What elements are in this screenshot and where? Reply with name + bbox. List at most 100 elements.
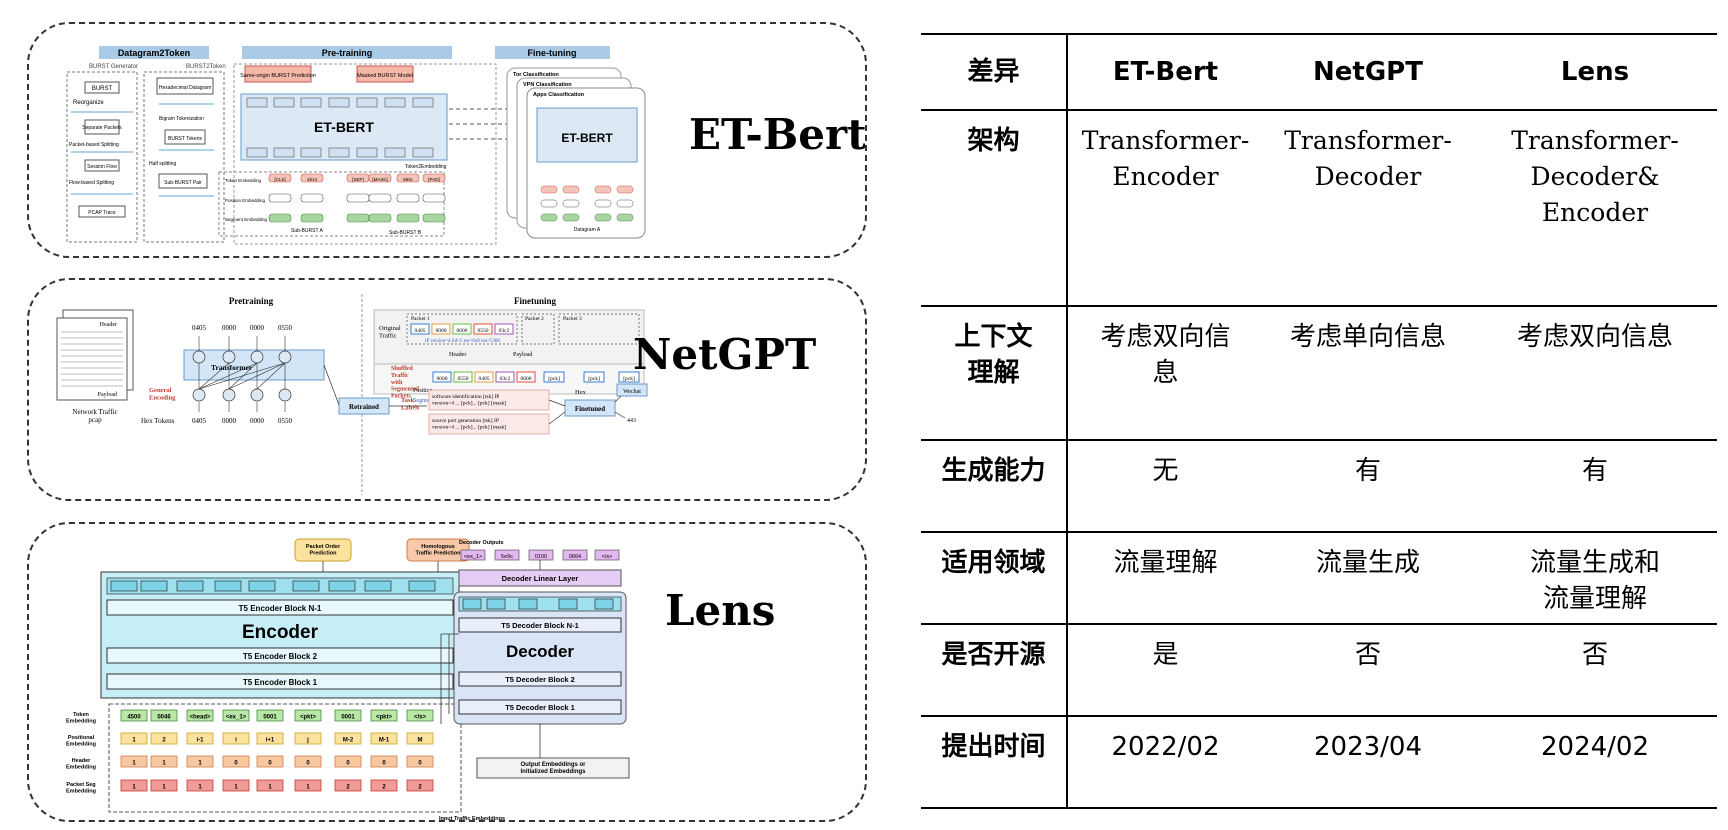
cell-lens-date: 2024/02 xyxy=(1473,715,1717,809)
netgpt-packet2-label: Packet 2 xyxy=(525,316,544,322)
lens-token-cell: 0046 xyxy=(157,715,171,721)
netgpt-hex-bottom-3: 0000 xyxy=(250,417,265,425)
etbert-subburst-pair-label: Sub-BURST Pair xyxy=(164,180,202,186)
netgpt-shuffled-hex-4: 03c2 xyxy=(500,376,511,382)
table-header-lens: Lens xyxy=(1473,33,1717,111)
etbert-position-row xyxy=(268,193,446,203)
lens-decoder-block-1-label: T5 Decoder Block 1 xyxy=(505,703,575,712)
netgpt-hex-top-3: 0000 xyxy=(250,324,265,332)
etbert-burst-generator-label: BURST Generator xyxy=(89,64,138,70)
netgpt-packet-hex-2: 0000 xyxy=(436,328,447,334)
etbert-datagram-a-label: Datagram A xyxy=(574,227,601,233)
etbert-packet-splitting-label: Packet-based Splitting xyxy=(69,142,119,148)
table-header-etbert: ET-Bert xyxy=(1067,33,1263,111)
etbert-token-sep: [SEP] xyxy=(352,177,364,182)
table-row: 提出时间 2022/02 2023/04 2024/02 xyxy=(921,715,1717,809)
netgpt-hex-bottom-2: 0000 xyxy=(222,417,237,425)
netgpt-architecture-figure: Pretraining Finetuning Header Payload Ne… xyxy=(56,294,648,495)
netgpt-port-label: 443 xyxy=(627,418,636,424)
netgpt-hex-top-1: 0405 xyxy=(192,324,207,332)
etbert-mid-dashed-box xyxy=(143,71,225,243)
lens-position-cell: j xyxy=(306,738,309,744)
etbert-token-pad: [PAD] xyxy=(428,177,439,182)
lens-encoder-block-1-label: T5 Encoder Block 1 xyxy=(243,678,318,687)
etbert-title: ET-Bert xyxy=(689,110,867,159)
lens-token-cell: </s> xyxy=(414,715,427,721)
lens-architecture-figure: Packet Order Prediction Homologous Traffic… xyxy=(66,538,630,822)
lens-decoder-output-4: 0664 xyxy=(569,554,581,560)
etbert-mbm-label: Masked BURST Model xyxy=(357,73,413,79)
etbert-pcap-label: PCAP Trace xyxy=(88,210,116,216)
netgpt-retrained-label: Retrained xyxy=(349,403,379,411)
netgpt-shuffled-pck-2: [pck] xyxy=(588,376,600,382)
netgpt-hex-out-label: Hex xyxy=(575,389,587,396)
cell-netgpt-generation: 有 xyxy=(1263,439,1473,533)
lens-token-cell: <pkt> xyxy=(300,715,317,721)
netgpt-shuffled-pck-1: [pck] xyxy=(548,376,560,382)
netgpt-shuffled-hex-1: 0000 xyxy=(437,376,448,382)
lens-decoder-block-top-label: T5 Decoder Block N-1 xyxy=(501,621,579,630)
etbert-token-cls: [CLS] xyxy=(274,177,285,182)
etbert-header-pretraining: Pre-training xyxy=(322,48,373,58)
lens-packet-order-label: Packet Order Prediction xyxy=(306,544,341,556)
netgpt-ip-line: IP version=4 ihl=5 tos=0x8 len=5380 xyxy=(425,339,500,344)
netgpt-wechat-label: Wechat xyxy=(623,389,641,395)
lens-output-embeddings-label: Output Embeddings or Initialized Embeddin… xyxy=(520,762,586,775)
lens-encoder-block-2-label: T5 Encoder Block 2 xyxy=(243,652,318,661)
etbert-model-label: ET-BERT xyxy=(314,119,374,135)
netgpt-title: NetGPT xyxy=(633,330,817,379)
etbert-task-tor: Tor Classification xyxy=(513,72,559,78)
cell-etbert-architecture: Transformer- Encoder xyxy=(1067,109,1263,307)
lens-token-cell: <head> xyxy=(189,715,211,721)
lens-position-cell: M xyxy=(418,738,423,744)
netgpt-shuffled-hex-3: 0405 xyxy=(479,376,490,382)
netgpt-diagram-panel: Pretraining Finetuning Header Payload Ne… xyxy=(27,278,867,501)
netgpt-hex-tokens-label: Hex Tokens xyxy=(141,417,175,425)
lens-input-caption: Input Traffic Embeddings xyxy=(439,816,505,822)
etbert-burst-tokens-label: BURST Tokens xyxy=(168,136,202,142)
lens-decoder-output-1: <ex_1> xyxy=(464,554,482,560)
netgpt-payload-label: Payload xyxy=(513,352,532,358)
row-label-generation: 生成能力 xyxy=(921,439,1068,533)
etbert-hex-datagram-label: Hexadecimal Datagram xyxy=(159,85,211,91)
row-label-opensource: 是否开源 xyxy=(921,623,1068,717)
etbert-burst-label: BURST xyxy=(92,86,113,92)
etbert-segment-embedding-label: Segment Embedding xyxy=(225,217,268,222)
netgpt-packet3-label: Packet 3 xyxy=(563,316,582,322)
lens-encoder-block-top-label: T5 Encoder Block N-1 xyxy=(239,604,322,613)
lens-decoder-block-2-label: T5 Decoder Block 2 xyxy=(505,675,575,684)
lens-position-cell: M-1 xyxy=(379,738,390,744)
etbert-subburst-b-label: Sub-BURST B xyxy=(389,230,422,236)
lens-position-cell: M-2 xyxy=(343,738,354,744)
netgpt-hex-bottom-1: 0405 xyxy=(192,417,207,425)
lens-token-cell: <ex_1> xyxy=(226,715,247,721)
cell-netgpt-architecture: Transformer- Decoder xyxy=(1263,109,1473,307)
lens-decoder-linear-label: Decoder Linear Layer xyxy=(502,574,579,583)
etbert-token2embedding-label: Token2Embedding xyxy=(405,164,447,170)
lens-header-embedding-label: Header Embedding xyxy=(66,758,96,770)
etbert-half-splitting-label: Half splitting xyxy=(149,161,176,167)
etbert-position-embedding-label: Position Embedding xyxy=(225,198,266,203)
row-label-architecture: 架构 xyxy=(921,109,1068,307)
netgpt-finetuned-label: Finetuned xyxy=(575,405,605,413)
etbert-session-flow-label: Session Flow xyxy=(87,164,117,170)
cell-etbert-generation: 无 xyxy=(1067,439,1263,533)
lens-title: Lens xyxy=(665,586,776,635)
lens-decoder-hidden-row xyxy=(458,596,622,612)
cell-lens-generation: 有 xyxy=(1473,439,1717,533)
row-label-context: 上下文 理解 xyxy=(921,305,1068,441)
netgpt-pretraining-header: Pretraining xyxy=(229,296,274,306)
netgpt-hex-top-2: 0000 xyxy=(222,324,237,332)
lens-token-cell: 4500 xyxy=(127,715,141,721)
etbert-flow-splitting-label: Flow-based Splitting xyxy=(69,180,114,186)
lens-token-cell: 0001 xyxy=(341,715,355,721)
lens-diagram-panel: Packet Order Prediction Homologous Traffic… xyxy=(27,522,867,822)
lens-positional-embedding-label: Positional Embedding xyxy=(66,735,96,747)
etbert-task-apps: Apps Classification xyxy=(533,92,585,98)
etbert-task-vpn: VPN Classification xyxy=(523,82,572,88)
netgpt-packet-hex-1: 0405 xyxy=(415,328,426,334)
lens-token-embedding-label: Token Embedding xyxy=(66,712,96,724)
etbert-token-embedding-label: Token Embedding xyxy=(225,178,262,183)
etbert-burst2token-label: BURST2Token xyxy=(186,64,226,70)
row-label-domain: 适用领域 xyxy=(921,531,1068,625)
